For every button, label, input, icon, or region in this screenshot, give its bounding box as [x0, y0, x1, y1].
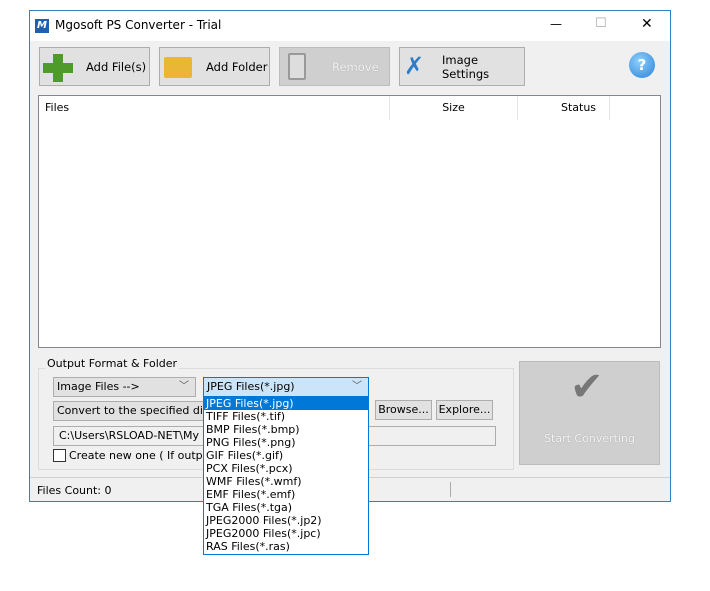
close-button[interactable]: ✕ — [641, 16, 653, 32]
format-value: JPEG Files(*.jpg) — [207, 380, 295, 393]
column-header-status[interactable]: Status — [518, 96, 610, 120]
explore-button[interactable]: Explore... — [436, 400, 493, 420]
start-converting-label: Start Converting — [544, 432, 635, 445]
remove-label: Remove — [332, 59, 379, 74]
output-group-label: Output Format & Folder — [45, 357, 180, 370]
image-settings-button[interactable]: ✗ Image Settings — [399, 47, 525, 86]
help-button[interactable]: ? — [629, 52, 655, 78]
chevron-down-icon: ﹀ — [179, 381, 189, 392]
output-path-value: C:\Users\RSLOAD-NET\My Doc — [59, 429, 224, 442]
column-header-size[interactable]: Size — [390, 96, 518, 120]
format-option[interactable]: JPEG Files(*.jpg) — [204, 397, 368, 410]
minimize-button[interactable]: — — [550, 17, 562, 31]
format-option[interactable]: PCX Files(*.pcx) — [204, 462, 368, 475]
image-settings-label: Image Settings — [442, 52, 490, 81]
title-bar: M Mgosoft PS Converter - Trial — ☐ ✕ — [30, 11, 670, 41]
remove-button[interactable]: Remove — [279, 47, 390, 86]
format-option[interactable]: WMF Files(*.wmf) — [204, 475, 368, 488]
folder-icon — [164, 57, 192, 78]
output-mode-value: Convert to the specified direct — [57, 404, 213, 417]
checkmark-icon: ✔ — [570, 364, 604, 410]
plus-icon — [43, 54, 73, 82]
format-option[interactable]: JPEG2000 Files(*.jp2) — [204, 514, 368, 527]
add-folder-button[interactable]: Add Folder — [159, 47, 270, 86]
format-option[interactable]: JPEG2000 Files(*.jpc) — [204, 527, 368, 540]
output-mode-select[interactable]: Convert to the specified direct — [53, 401, 213, 421]
category-select[interactable]: Image Files --> ﹀ — [53, 377, 196, 397]
category-value: Image Files --> — [57, 380, 140, 393]
status-divider — [450, 482, 451, 497]
column-header-files[interactable]: Files — [39, 96, 390, 120]
format-option[interactable]: TIFF Files(*.tif) — [204, 410, 368, 423]
maximize-button[interactable]: ☐ — [595, 16, 607, 31]
files-count: Files Count: 0 — [37, 484, 112, 497]
tools-icon: ✗ — [404, 52, 425, 80]
create-new-checkbox[interactable] — [53, 449, 66, 462]
add-files-label: Add File(s) — [86, 59, 147, 74]
trash-icon — [288, 53, 306, 80]
create-new-label: Create new one ( If output f — [69, 449, 203, 462]
chevron-down-icon: ﹀ — [352, 381, 362, 392]
format-dropdown-list[interactable]: JPEG Files(*.jpg) TIFF Files(*.tif) BMP Fi… — [203, 396, 369, 555]
app-logo-icon: M — [35, 19, 49, 33]
format-option[interactable]: PNG Files(*.png) — [204, 436, 368, 449]
browse-button[interactable]: Browse... — [375, 400, 432, 420]
format-option[interactable]: RAS Files(*.ras) — [204, 540, 368, 553]
format-option[interactable]: GIF Files(*.gif) — [204, 449, 368, 462]
add-files-button[interactable]: Add File(s) — [39, 47, 150, 86]
add-folder-label: Add Folder — [206, 59, 268, 74]
format-option[interactable]: TGA Files(*.tga) — [204, 501, 368, 514]
format-option[interactable]: EMF Files(*.emf) — [204, 488, 368, 501]
format-option[interactable]: BMP Files(*.bmp) — [204, 423, 368, 436]
start-converting-button[interactable]: ✔ Start Converting — [519, 361, 660, 465]
window-title: Mgosoft PS Converter - Trial — [55, 18, 222, 32]
file-list[interactable]: Files Size Status — [38, 95, 661, 348]
format-select[interactable]: JPEG Files(*.jpg) ﹀ — [203, 377, 369, 397]
